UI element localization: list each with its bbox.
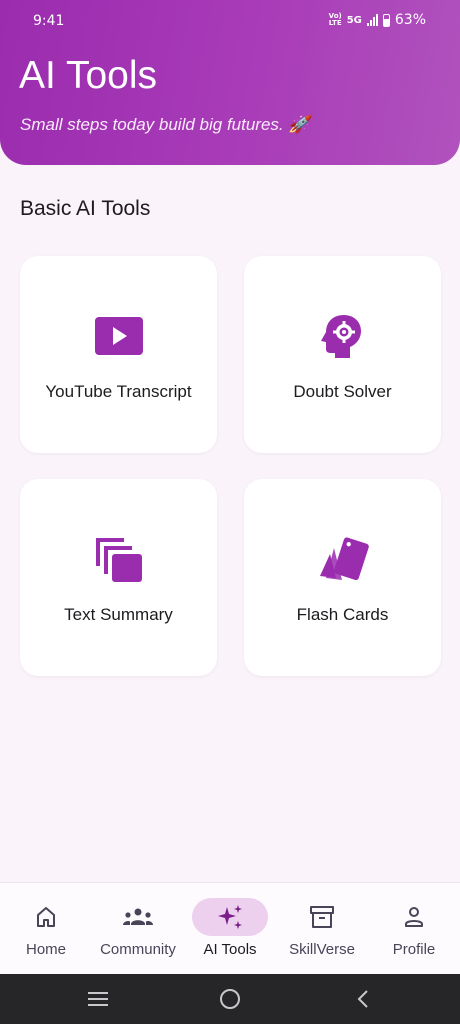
nav-label: Home (25, 941, 66, 958)
system-nav-bar (0, 974, 460, 1024)
status-bar: 9:41 Vo) LTE 5G 63% (0, 0, 460, 44)
back-icon[interactable] (333, 974, 393, 1024)
volte-icon: Vo) LTE (328, 12, 342, 27)
youtube-play-icon (20, 308, 217, 364)
network-type: 5G (346, 14, 362, 26)
nav-item-profile[interactable]: Profile (368, 883, 460, 975)
flash-cards-icon (244, 531, 441, 587)
community-icon (100, 898, 176, 936)
tool-card-flash-cards[interactable]: Flash Cards (244, 479, 441, 676)
recents-icon[interactable] (68, 974, 128, 1024)
tool-card-label: Flash Cards (296, 605, 389, 624)
page-title: AI Tools (19, 54, 158, 97)
nav-item-skillverse[interactable]: SkillVerse (276, 883, 368, 975)
nav-item-community[interactable]: Community (92, 883, 184, 975)
tool-card-doubt-solver[interactable]: Doubt Solver (244, 256, 441, 453)
page-subtitle: Small steps today build big futures. 🚀 (20, 115, 310, 134)
sparkles-icon (192, 898, 268, 936)
status-icons: Vo) LTE 5G 63% (329, 12, 426, 28)
archive-box-icon (284, 898, 360, 936)
head-gear-icon (244, 308, 441, 364)
person-icon (376, 898, 452, 936)
battery-percent: 63% (394, 12, 426, 28)
nav-label: Community (100, 941, 176, 958)
signal-icon (366, 14, 378, 26)
tool-card-label: YouTube Transcript (45, 382, 192, 401)
tool-card-label: Text Summary (64, 605, 173, 624)
nav-item-home[interactable]: Home (0, 883, 92, 975)
nav-item-ai-tools[interactable]: AI Tools (184, 883, 276, 975)
battery-icon (382, 13, 390, 27)
home-circle-icon[interactable] (200, 974, 260, 1024)
nav-label: Profile (392, 941, 436, 958)
home-icon (8, 898, 84, 936)
bottom-nav: Home Community AI Tools SkillVerse Profi… (0, 882, 460, 974)
nav-label: AI Tools (203, 941, 257, 958)
tool-card-text-summary[interactable]: Text Summary (20, 479, 217, 676)
tool-card-youtube-transcript[interactable]: YouTube Transcript (20, 256, 217, 453)
stacked-pages-icon (20, 531, 217, 587)
app-header: 9:41 Vo) LTE 5G 63% AI Tools Small steps… (0, 0, 460, 165)
nav-label: SkillVerse (289, 941, 355, 958)
status-time: 9:41 (33, 13, 65, 29)
tool-card-label: Doubt Solver (293, 382, 392, 401)
section-title: Basic AI Tools (20, 197, 151, 220)
